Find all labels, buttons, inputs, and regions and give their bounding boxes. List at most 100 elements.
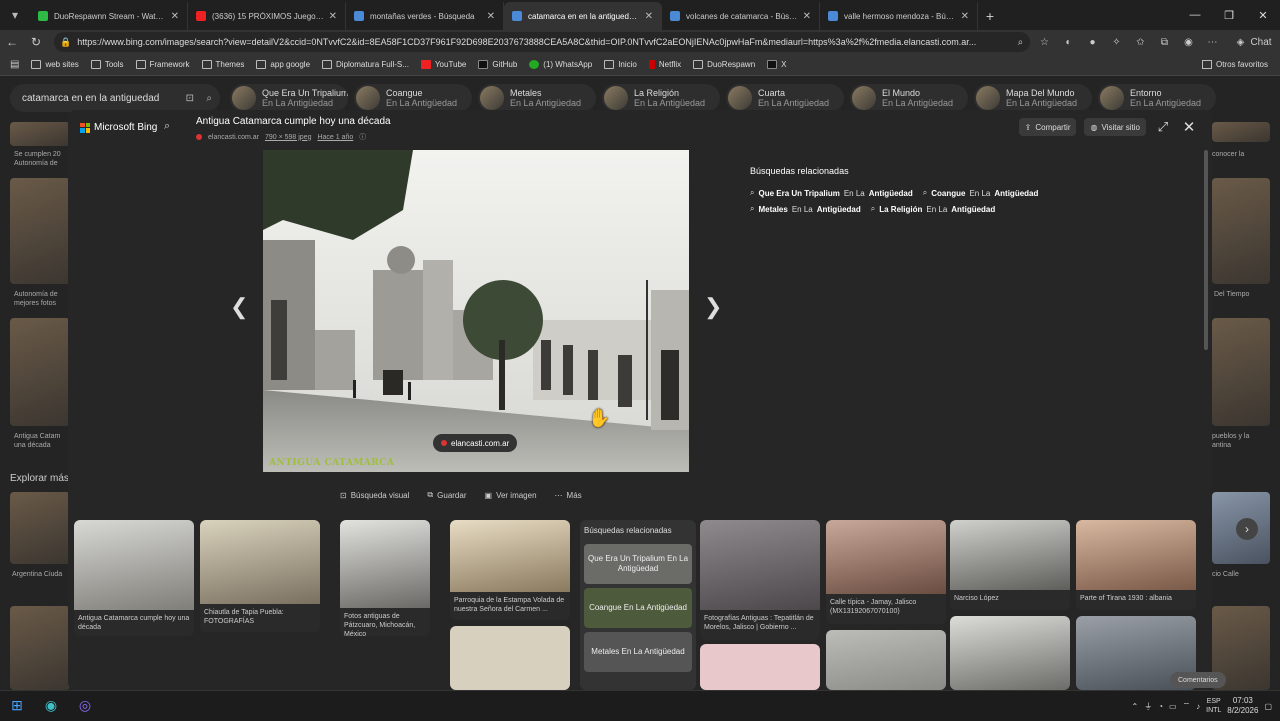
next-image-icon[interactable]: ❯ <box>704 294 722 320</box>
tab-close-icon[interactable]: ✕ <box>803 11 811 22</box>
minimize-icon[interactable]: — <box>1178 0 1212 30</box>
browser-tab[interactable]: catamarca en en la antiguedad - B ✕ <box>504 2 662 30</box>
bookmark-item[interactable]: Netflix <box>648 60 681 69</box>
image-dimensions[interactable]: 790 × 598 jpeg <box>265 134 312 141</box>
bookmark-item[interactable]: Tools <box>90 60 124 69</box>
image-source[interactable]: elancasti.com.ar <box>208 134 259 141</box>
bg-thumb[interactable] <box>10 122 70 146</box>
bookmark-item[interactable]: Framework <box>135 60 190 69</box>
restore-icon[interactable]: ❐ <box>1212 0 1246 30</box>
collections-icon[interactable]: ⧉ <box>1155 33 1173 51</box>
profile-avatar[interactable]: ◉ <box>1179 33 1197 51</box>
app-icon[interactable]: ◎ <box>68 691 102 721</box>
refresh-icon[interactable]: ↻ <box>24 35 48 49</box>
language-indicator[interactable]: ESP INTL <box>1206 697 1221 715</box>
bookmark-item[interactable]: DuoRespawn <box>693 60 755 69</box>
search-icon[interactable]: ⌕ <box>206 93 212 104</box>
related-chip[interactable]: Coangue En La Antigüedad <box>354 84 472 112</box>
related-chip[interactable]: El Mundo En La Antigüedad <box>850 84 968 112</box>
similar-image-card[interactable] <box>826 630 946 690</box>
related-search-item[interactable]: ⌕ Coangue En La Antigüedad <box>923 188 1039 198</box>
related-chip[interactable]: Metales En La Antigüedad <box>478 84 596 112</box>
related-chip[interactable]: Cuarta En La Antigüedad <box>726 84 844 112</box>
image-title[interactable]: Antigua Catamarca cumple hoy una década <box>196 116 391 127</box>
notifications-icon[interactable]: ▢ <box>1264 702 1272 711</box>
similar-image-card[interactable]: Parroquia de la Estampa Volada de nuestr… <box>450 520 570 620</box>
related-chip[interactable]: Que Era Un Tripalium En La Antigüedad <box>230 84 348 112</box>
tab-close-icon[interactable]: ✕ <box>487 11 495 22</box>
similar-image-card[interactable] <box>950 616 1070 690</box>
browser-tab[interactable]: DuoRespawnn Stream - Watch Liv ✕ <box>30 2 188 30</box>
similar-image-card[interactable] <box>700 644 820 690</box>
bookmark-item[interactable]: Inicio <box>604 60 637 69</box>
browser-tab[interactable]: valle hermoso mendoza - Búsque ✕ <box>820 2 978 30</box>
similar-image-card[interactable]: Parte of Tirana 1930 : albania <box>1076 520 1196 610</box>
favorite-star-icon[interactable]: ☆ <box>1035 33 1053 51</box>
strip-related-item[interactable]: Que Era Un Tripalium En La Antigüedad <box>584 544 692 584</box>
bg-thumb[interactable] <box>10 318 70 426</box>
modal-search-icon[interactable]: ⌕ <box>164 120 170 133</box>
share-button[interactable]: ⇪ Compartir <box>1018 118 1077 136</box>
bookmark-item[interactable]: YouTube <box>420 60 466 69</box>
favorites-icon[interactable]: ✩ <box>1131 33 1149 51</box>
feedback-button[interactable]: Comentarios <box>1170 672 1226 688</box>
similar-image-card[interactable]: Antigua Catamarca cumple hoy una década <box>74 520 194 636</box>
battery-icon[interactable]: ▭ <box>1169 702 1177 711</box>
related-search-item[interactable]: ⌕ Metales En La Antigüedad <box>750 204 861 214</box>
strip-next-icon[interactable]: › <box>1236 518 1258 540</box>
close-window-icon[interactable]: ✕ <box>1246 0 1280 30</box>
back-icon[interactable]: ← <box>0 35 24 49</box>
browser-tab[interactable]: montañas verdes - Búsqueda ✕ <box>346 2 504 30</box>
view-image-button[interactable]: ▣ Ver imagen <box>485 490 537 500</box>
puzzle-icon[interactable]: ✧ <box>1107 33 1125 51</box>
other-favorites[interactable]: Otros favoritos <box>1201 60 1268 69</box>
wifi-icon[interactable]: ⌔ <box>1183 701 1191 711</box>
bookmark-item[interactable]: app google <box>256 60 310 69</box>
bg-thumb[interactable] <box>1212 178 1270 284</box>
visual-search-icon[interactable]: ⊡ <box>186 93 194 104</box>
close-modal-icon[interactable]: ✕ <box>1180 118 1198 136</box>
more-button[interactable]: ⋯ Más <box>555 490 582 500</box>
more-menu-icon[interactable]: ⋯ <box>1203 33 1221 51</box>
similar-image-card[interactable]: Chiautla de Tapia Puebla: FOTOGRAFÍAS <box>200 520 320 632</box>
related-search-item[interactable]: ⌕ La Religión En La Antigüedad <box>871 204 996 214</box>
bookmark-item[interactable]: Diplomatura Full-S... <box>322 60 409 69</box>
visual-search-button[interactable]: ⊡ Búsqueda visual <box>340 490 409 500</box>
new-tab-button[interactable]: + <box>978 2 1002 30</box>
modal-scrollbar[interactable] <box>1204 150 1208 350</box>
similar-image-card[interactable]: Fotografías Antiguas : Tepatitlán de Mor… <box>700 520 820 640</box>
bookmark-item[interactable]: X <box>767 60 786 69</box>
bg-search-box[interactable]: catamarca en en la antiguedad ⊡ ⌕ <box>10 84 220 112</box>
save-button[interactable]: ⧉ Guardar <box>427 490 466 500</box>
extension-icon[interactable]: ◐ <box>1059 33 1077 51</box>
edge-icon[interactable]: ◉ <box>34 691 68 721</box>
windows-start-icon[interactable]: ⊞ <box>0 691 34 721</box>
expand-icon[interactable]: ⤢ <box>1154 119 1172 135</box>
bg-thumb[interactable] <box>1212 122 1270 142</box>
tab-close-icon[interactable]: ✕ <box>961 11 969 22</box>
bookmark-item[interactable]: Themes <box>201 60 244 69</box>
related-search-item[interactable]: ⌕ Que Era Un Tripalium En La Antigüedad <box>750 188 913 198</box>
main-image[interactable]: ANTIGUA CATAMARCA elancasti.com.ar <box>263 150 689 472</box>
bg-thumb[interactable] <box>10 492 70 564</box>
bookmark-item[interactable]: (1) WhatsApp <box>529 60 592 69</box>
bg-thumb[interactable] <box>1212 318 1270 426</box>
image-source-pill[interactable]: elancasti.com.ar <box>433 434 518 452</box>
tab-close-icon[interactable]: ✕ <box>645 11 653 22</box>
tab-close-icon[interactable]: ✕ <box>171 11 179 22</box>
bing-logo[interactable]: Microsoft Bing <box>80 122 157 133</box>
similar-image-card[interactable]: Narciso López <box>950 520 1070 610</box>
tray-chevron-icon[interactable]: ⌃ <box>1131 702 1138 711</box>
url-field[interactable]: 🔒 https://www.bing.com/images/search?vie… <box>54 32 1030 52</box>
bg-thumb[interactable] <box>10 178 70 284</box>
browser-tab[interactable]: volcanes de catamarca - Búsqueda ✕ <box>662 2 820 30</box>
copilot-chat-button[interactable]: ◈ Chat <box>1227 33 1274 51</box>
visit-site-button[interactable]: ◍ Visitar sitio <box>1084 118 1146 136</box>
tab-close-icon[interactable]: ✕ <box>329 11 337 22</box>
related-chip[interactable]: Entorno En La Antigüedad <box>1098 84 1216 112</box>
similar-image-card[interactable]: Fotos antiguas de Pátzcuaro, Michoacán, … <box>340 520 430 636</box>
similar-image-card[interactable] <box>450 626 570 690</box>
bookmark-item[interactable]: web sites <box>31 60 79 69</box>
strip-related-item[interactable]: Metales En La Antigüedad <box>584 632 692 672</box>
info-icon[interactable]: ⓘ <box>359 132 366 142</box>
